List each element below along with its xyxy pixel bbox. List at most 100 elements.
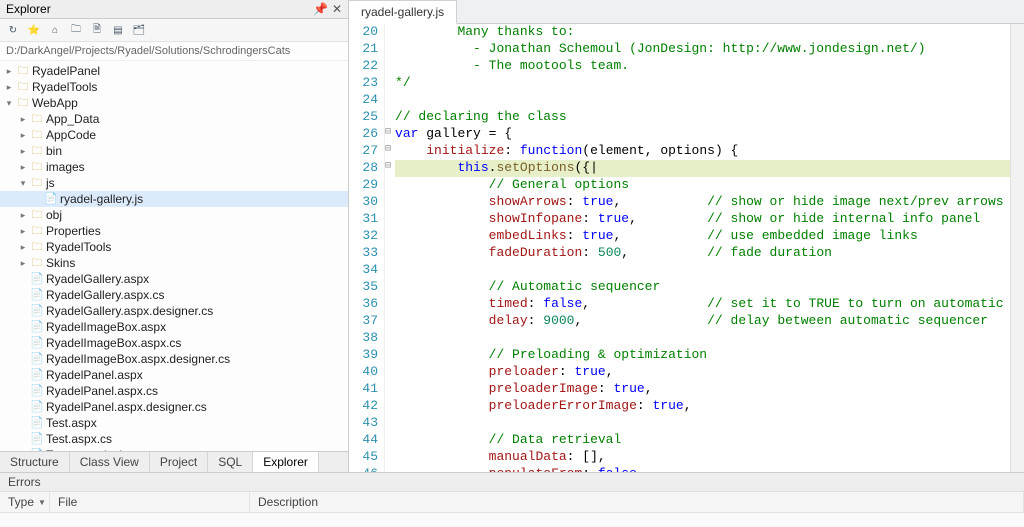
code-line[interactable]: // Automatic sequencer <box>395 279 1024 296</box>
tree-label: RyadelGallery.aspx <box>46 271 149 287</box>
code-line[interactable]: */ <box>395 75 1024 92</box>
tree-label: Test.aspx.cs <box>46 431 112 447</box>
code-area[interactable]: 2021222324252627282930313233343536373839… <box>349 24 1024 472</box>
code-line[interactable]: timed: false, // set it to TRUE to turn … <box>395 296 1024 313</box>
code-line[interactable]: preloaderErrorImage: true, <box>395 398 1024 415</box>
toolbar-button[interactable]: ⭐ <box>25 21 43 39</box>
expander-icon[interactable]: ▸ <box>18 127 28 143</box>
path-bar[interactable]: D:/DarkAngel/Projects/Ryadel/Solutions/S… <box>0 42 348 61</box>
expander-icon[interactable]: ▸ <box>18 159 28 175</box>
bottom-tab-explorer[interactable]: Explorer <box>253 452 319 472</box>
bottom-tab-sql[interactable]: SQL <box>208 452 253 472</box>
code-line[interactable]: // Data retrieval <box>395 432 1024 449</box>
bottom-tab-structure[interactable]: Structure <box>0 452 70 472</box>
col-type[interactable]: Type▼ <box>0 492 50 512</box>
aspx-icon: 📄 <box>30 415 44 431</box>
code-line[interactable]: - Jonathan Schemoul (JonDesign: http://w… <box>395 41 1024 58</box>
tree-item[interactable]: ▾🗀WebApp <box>0 95 348 111</box>
code-line[interactable]: // declaring the class <box>395 109 1024 126</box>
tree-item[interactable]: 📄RyadelGallery.aspx <box>0 271 348 287</box>
code-line[interactable]: preloader: true, <box>395 364 1024 381</box>
expander-icon[interactable]: ▸ <box>4 79 14 95</box>
tree-item[interactable]: ▸🗀RyadelTools <box>0 239 348 255</box>
expander-icon[interactable]: ▾ <box>4 95 14 111</box>
bottom-tab-project[interactable]: Project <box>150 452 208 472</box>
toolbar-button[interactable]: 🗀 <box>67 21 85 39</box>
folder-icon: 🗀 <box>30 127 44 143</box>
code-line[interactable]: preloaderImage: true, <box>395 381 1024 398</box>
toolbar-button[interactable]: 🗂 <box>130 21 148 39</box>
code-lines[interactable]: Many thanks to: - Jonathan Schemoul (Jon… <box>391 24 1024 472</box>
col-description[interactable]: Description <box>250 492 1024 512</box>
tree-item[interactable]: 📄Test.aspx.cs <box>0 431 348 447</box>
tree-item[interactable]: ▸🗀AppCode <box>0 127 348 143</box>
code-line[interactable] <box>395 330 1024 347</box>
folder-icon: 🗀 <box>16 95 30 111</box>
toolbar-button[interactable]: ▤ <box>109 21 127 39</box>
code-line[interactable]: initialize: function(element, options) { <box>395 143 1024 160</box>
bottom-tab-class-view[interactable]: Class View <box>70 452 150 472</box>
tree-item[interactable]: ▸🗀Properties <box>0 223 348 239</box>
tree-item[interactable]: 📄RyadelImageBox.aspx.designer.cs <box>0 351 348 367</box>
expander-icon[interactable]: ▸ <box>18 143 28 159</box>
tree-item[interactable]: ▸🗀Skins <box>0 255 348 271</box>
toolbar-button[interactable]: ↻ <box>4 21 22 39</box>
tree-item[interactable]: ▸🗀RyadelPanel <box>0 63 348 79</box>
tree-item[interactable]: 📄ryadel-gallery.js <box>0 191 348 207</box>
code-line[interactable]: manualData: [], <box>395 449 1024 466</box>
tree-item[interactable]: 📄RyadelGallery.aspx.cs <box>0 287 348 303</box>
tree-item[interactable]: 📄RyadelPanel.aspx.cs <box>0 383 348 399</box>
code-line[interactable]: this.setOptions({| <box>395 160 1024 177</box>
code-line[interactable] <box>395 262 1024 279</box>
expander-icon[interactable]: ▸ <box>18 239 28 255</box>
tree-item[interactable]: ▸🗀obj <box>0 207 348 223</box>
tree-label: RyadelTools <box>32 79 97 95</box>
tree-item[interactable]: 📄RyadelPanel.aspx <box>0 367 348 383</box>
toolbar-button[interactable]: 🗎 <box>88 21 106 39</box>
tree-item[interactable]: ▸🗀images <box>0 159 348 175</box>
tree-item[interactable]: 📄Test.aspx <box>0 415 348 431</box>
code-line[interactable]: showInfopane: true, // show or hide inte… <box>395 211 1024 228</box>
tree-label: AppCode <box>46 127 96 143</box>
csfile-icon: 📄 <box>30 351 44 367</box>
tree-item[interactable]: 📄RyadelImageBox.aspx.cs <box>0 335 348 351</box>
col-file[interactable]: File <box>50 492 250 512</box>
expander-icon[interactable]: ▸ <box>18 255 28 271</box>
file-tab[interactable]: ryadel-gallery.js <box>349 0 457 24</box>
code-line[interactable]: fadeDuration: 500, // fade duration <box>395 245 1024 262</box>
code-line[interactable]: showArrows: true, // show or hide image … <box>395 194 1024 211</box>
code-line[interactable]: populateFrom: false, <box>395 466 1024 472</box>
code-line[interactable]: Many thanks to: <box>395 24 1024 41</box>
tree-item[interactable]: 📄RyadelPanel.aspx.designer.cs <box>0 399 348 415</box>
tree-label: Skins <box>46 255 75 271</box>
file-tree[interactable]: ▸🗀RyadelPanel▸🗀RyadelTools▾🗀WebApp▸🗀App_… <box>0 61 348 451</box>
tree-label: WebApp <box>32 95 78 111</box>
tree-item[interactable]: ▸🗀bin <box>0 143 348 159</box>
csfile-icon: 📄 <box>30 287 44 303</box>
code-line[interactable]: var gallery = { <box>395 126 1024 143</box>
jsfile-icon: 📄 <box>44 191 58 207</box>
code-line[interactable] <box>395 415 1024 432</box>
expander-icon[interactable]: ▸ <box>18 223 28 239</box>
tree-item[interactable]: ▸🗀App_Data <box>0 111 348 127</box>
chevron-down-icon[interactable]: ▼ <box>38 498 46 507</box>
code-line[interactable]: // Preloading & optimization <box>395 347 1024 364</box>
expander-icon[interactable]: ▸ <box>18 207 28 223</box>
toolbar-button[interactable]: ⌂ <box>46 21 64 39</box>
code-line[interactable]: // General options <box>395 177 1024 194</box>
code-line[interactable]: - The mootools team. <box>395 58 1024 75</box>
explorer-panel: Explorer 📌 ✕ ↻⭐⌂🗀🗎▤🗂 D:/DarkAngel/Projec… <box>0 0 349 472</box>
scrollbar[interactable] <box>1010 24 1024 472</box>
expander-icon[interactable]: ▾ <box>18 175 28 191</box>
code-line[interactable]: delay: 9000, // delay between automatic … <box>395 313 1024 330</box>
code-line[interactable] <box>395 92 1024 109</box>
tree-item[interactable]: 📄RyadelGallery.aspx.designer.cs <box>0 303 348 319</box>
code-line[interactable]: embedLinks: true, // use embedded image … <box>395 228 1024 245</box>
expander-icon[interactable]: ▸ <box>18 111 28 127</box>
expander-icon[interactable]: ▸ <box>4 63 14 79</box>
tree-item[interactable]: 📄RyadelImageBox.aspx <box>0 319 348 335</box>
tree-item[interactable]: ▸🗀RyadelTools <box>0 79 348 95</box>
close-icon[interactable]: ✕ <box>332 2 342 16</box>
tree-item[interactable]: ▾🗀js <box>0 175 348 191</box>
pin-icon[interactable]: 📌 <box>313 2 328 16</box>
